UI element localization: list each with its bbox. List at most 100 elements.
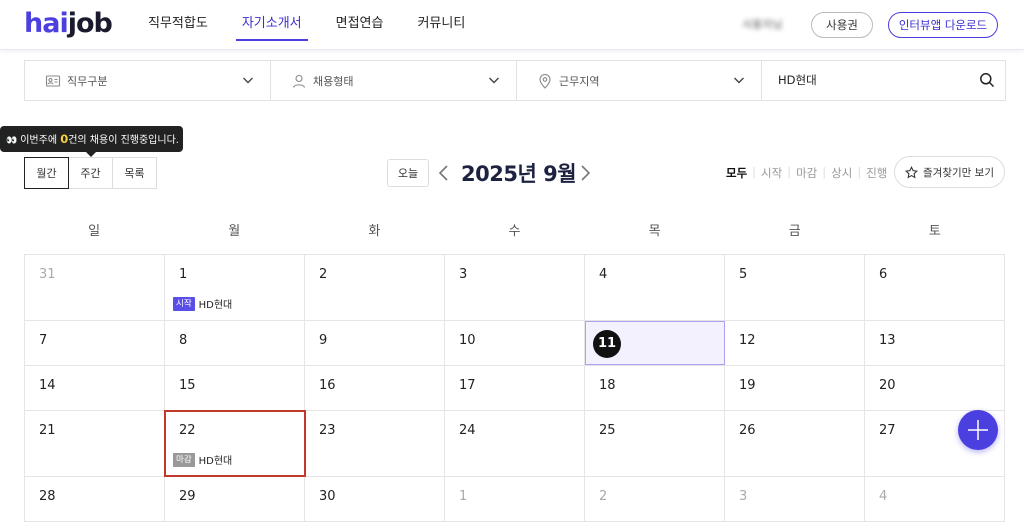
calendar-event[interactable]: 시작 HD현대 (173, 296, 232, 311)
divider: | (787, 165, 792, 179)
calendar-day[interactable]: 1 (445, 477, 585, 521)
day-number: 2 (599, 489, 608, 504)
weekday-label: 화 (368, 224, 381, 239)
nav-job-fit[interactable]: 직무적합도 (148, 0, 208, 50)
status-deadline[interactable]: 마감 (796, 165, 817, 181)
day-number: 4 (599, 267, 608, 282)
chevron-down-icon (489, 77, 499, 84)
weekly-count-tooltip: 👀 이번주에 0건의 채용이 진행중입니다. (0, 126, 183, 157)
day-number: 19 (739, 378, 756, 393)
calendar-day[interactable]: 23 (305, 411, 445, 476)
calendar-day[interactable]: 4 (585, 255, 725, 320)
calendar-day[interactable]: 21 (24, 411, 165, 476)
ticket-button[interactable]: 사용권 (811, 12, 873, 38)
user-name[interactable]: 사용자님 (742, 16, 782, 32)
status-ongoing[interactable]: 진행 (866, 165, 887, 181)
nav-community[interactable]: 커뮤니티 (417, 0, 465, 50)
weekday-header: 일월화수목금토 (24, 209, 1005, 255)
calendar-day[interactable]: 17 (445, 366, 585, 410)
calendar-week-row: 21 22 마감 HD현대 23 24 25 26 27 (24, 410, 1005, 477)
calendar-day[interactable]: 7 (24, 321, 165, 365)
calendar-day[interactable]: 16 (305, 366, 445, 410)
search-input[interactable] (778, 70, 958, 90)
calendar-day[interactable]: 6 (865, 255, 1005, 320)
calendar-day[interactable]: 5 (725, 255, 865, 320)
calendar-day[interactable]: 31 (24, 255, 165, 320)
calendar-day[interactable]: 8 (165, 321, 305, 365)
event-company-label: HD현대 (198, 456, 233, 467)
eyes-icon: 👀 (6, 136, 18, 146)
day-number: 8 (179, 333, 188, 348)
calendar-weeks: 31 1 시작 HD현대 2 3 4 5 6 7 8 9 10 11 12 13 14 15 16 17 18 19 20 2… (24, 255, 1005, 522)
add-fab-button[interactable] (958, 410, 998, 450)
calendar-day[interactable]: 2 (585, 477, 725, 521)
day-number: 31 (39, 267, 56, 282)
status-always[interactable]: 상시 (831, 165, 852, 181)
calendar-day[interactable]: 30 (305, 477, 445, 521)
calendar-day[interactable]: 9 (305, 321, 445, 365)
chevron-down-icon (243, 77, 253, 84)
divider: | (752, 165, 757, 179)
calendar-day[interactable]: 28 (24, 477, 165, 521)
chevron-down-icon (734, 77, 744, 84)
view-toggle: 월간 주간 목록 (24, 157, 157, 189)
day-number: 20 (879, 378, 896, 393)
calendar-event[interactable]: 마감 HD현대 (173, 452, 232, 467)
top-header: haijob 직무적합도 자기소개서 면접연습 커뮤니티 사용자님 사용권 인터… (0, 0, 1024, 50)
calendar-day[interactable]: 3 (725, 477, 865, 521)
calendar-day[interactable]: 24 (445, 411, 585, 476)
favorites-only-button[interactable]: 즐겨찾기만 보기 (894, 156, 1005, 188)
calendar-day[interactable]: 4 (865, 477, 1005, 521)
search-box (762, 61, 1005, 100)
day-number: 23 (319, 423, 336, 438)
calendar-day[interactable]: 2 (305, 255, 445, 320)
calendar-day[interactable]: 12 (725, 321, 865, 365)
app-download-button[interactable]: 인터뷰앱 다운로드 (888, 12, 998, 38)
calendar-day[interactable]: 15 (165, 366, 305, 410)
calendar-day[interactable]: 13 (865, 321, 1005, 365)
calendar-day[interactable]: 29 (165, 477, 305, 521)
calendar-day[interactable]: 18 (585, 366, 725, 410)
day-number: 17 (459, 378, 476, 393)
day-number: 1 (179, 267, 188, 282)
chevron-right-icon[interactable] (577, 163, 593, 183)
haijob-logo[interactable]: haijob (24, 8, 113, 39)
day-number: 10 (459, 333, 476, 348)
job-category-dropdown[interactable]: 직무구분 (25, 61, 271, 100)
job-category-label: 직무구분 (67, 75, 108, 88)
view-list-button[interactable]: 목록 (112, 157, 157, 189)
calendar-day[interactable]: 1 시작 HD현대 (165, 255, 305, 320)
location-dropdown[interactable]: 근무지역 (517, 61, 762, 100)
status-all[interactable]: 모두 (726, 165, 747, 181)
weekday-label: 월 (228, 224, 241, 239)
star-icon (905, 165, 919, 178)
calendar-day[interactable]: 20 (865, 366, 1005, 410)
calendar-day[interactable]: 22 마감 HD현대 (164, 410, 306, 477)
status-start[interactable]: 시작 (761, 165, 782, 181)
calendar-day[interactable]: 3 (445, 255, 585, 320)
calendar-day[interactable]: 19 (725, 366, 865, 410)
calendar-week-row: 28 29 30 1 2 3 4 (24, 477, 1005, 522)
chevron-left-icon[interactable] (436, 163, 452, 183)
weekday-label: 금 (788, 224, 801, 239)
search-icon[interactable] (979, 72, 995, 88)
today-button[interactable]: 오늘 (387, 159, 429, 187)
view-monthly-button[interactable]: 월간 (24, 157, 69, 189)
view-weekly-button[interactable]: 주간 (68, 157, 113, 189)
employment-type-dropdown[interactable]: 채용형태 (271, 61, 517, 100)
event-status-badge: 마감 (173, 452, 195, 467)
day-number: 25 (599, 423, 616, 438)
calendar-day[interactable]: 10 (445, 321, 585, 365)
day-number: 12 (739, 333, 756, 348)
calendar-day[interactable]: 14 (24, 366, 165, 410)
calendar-day[interactable]: 25 (585, 411, 725, 476)
calendar-day-today[interactable]: 11 (585, 321, 725, 365)
employment-type-label: 채용형태 (313, 75, 354, 88)
day-number: 26 (739, 423, 756, 438)
nav-cover-letter[interactable]: 자기소개서 (235, 0, 308, 50)
nav-interview-practice[interactable]: 면접연습 (336, 0, 384, 50)
filter-bar: 직무구분 채용형태 근무지역 (24, 60, 1006, 101)
calendar-day[interactable]: 26 (725, 411, 865, 476)
day-number: 28 (39, 489, 56, 504)
day-number: 18 (599, 378, 616, 393)
